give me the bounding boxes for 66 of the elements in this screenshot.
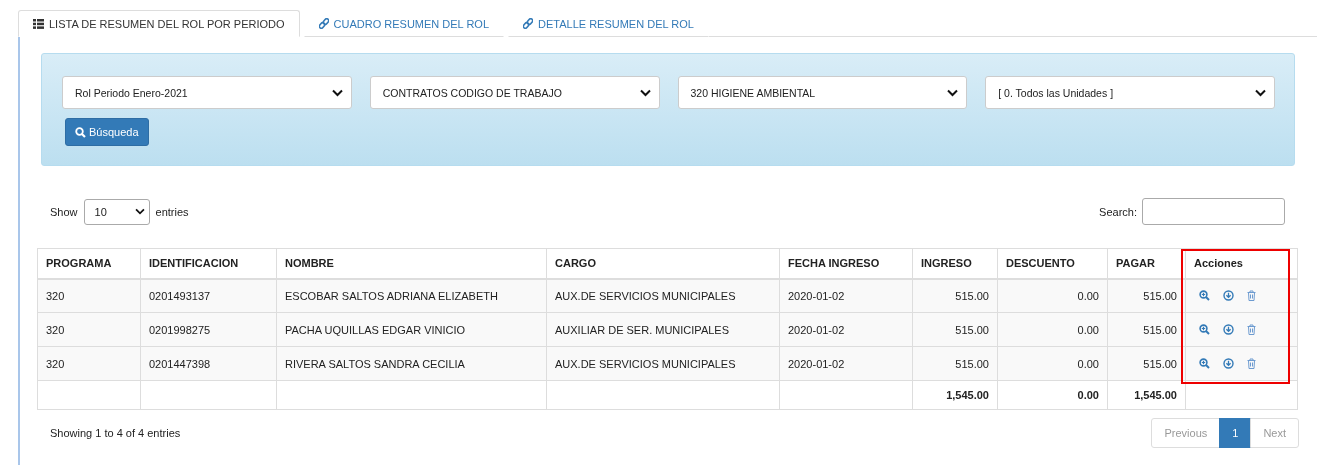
table-cell: 0.00	[997, 278, 1108, 313]
search-field[interactable]	[1142, 198, 1285, 225]
table-cell: ESCOBAR SALTOS ADRIANA ELIZABETH	[276, 278, 547, 313]
tab[interactable]: DETALLE RESUMEN DEL ROL	[508, 10, 709, 37]
column-header: NOMBRE	[276, 248, 547, 279]
chevron-icon	[947, 88, 959, 97]
table-cell: PACHA UQUILLAS EDGAR VINICIO	[276, 312, 547, 347]
table-cell: 0201447398	[140, 346, 277, 381]
total-cell: 1,545.00	[912, 380, 998, 410]
table-cell: 320	[37, 346, 141, 381]
table-cell: 320	[37, 278, 141, 313]
column-header: FECHA INGRESO	[779, 248, 913, 279]
chevron-icon	[331, 88, 343, 97]
tab[interactable]: LISTA DE RESUMEN DEL ROL POR PERIODO	[18, 10, 300, 37]
search-icon	[75, 126, 86, 138]
link-icon	[523, 18, 533, 29]
table-cell: 2020-01-02	[779, 278, 913, 313]
download-icon[interactable]	[1223, 290, 1234, 302]
trash-icon[interactable]	[1247, 324, 1256, 335]
table-cell: AUX.DE SERVICIOS MUNICIPALES	[546, 278, 780, 313]
total-cell: 1,545.00	[1107, 380, 1186, 410]
table-info: Showing 1 to 4 of 4 entries	[50, 427, 181, 439]
table-cell: AUX.DE SERVICIOS MUNICIPALES	[546, 346, 780, 381]
total-cell: 0.00	[997, 380, 1108, 410]
search-label: Search:	[1099, 205, 1137, 218]
dropdown[interactable]: Rol Periodo Enero-2021	[62, 76, 352, 109]
column-header: IDENTIFICACION	[140, 248, 277, 279]
column-header: DESCUENTO	[997, 248, 1108, 279]
dropdown[interactable]: 320 HIGIENE AMBIENTAL	[677, 76, 968, 109]
table-cell: 515.00	[912, 312, 998, 347]
chevron-icon	[134, 208, 145, 215]
trash-icon[interactable]	[1247, 358, 1256, 369]
chevron-icon	[639, 88, 651, 97]
table-cell: 2020-01-02	[779, 346, 913, 381]
dropdown[interactable]: CONTRATOS CODIGO DE TRABAJO	[369, 76, 660, 109]
table-cell: 0.00	[997, 312, 1108, 347]
column-header: PROGRAMA	[37, 248, 141, 279]
table-cell: AUXILIAR DE SER. MUNICIPALES	[546, 312, 780, 347]
entries-dropdown[interactable]: 10	[83, 198, 150, 225]
column-header: CARGO	[546, 248, 780, 279]
link-icon	[318, 18, 329, 29]
zoom-in-icon[interactable]	[1199, 324, 1210, 335]
chevron-icon	[1255, 88, 1266, 97]
table-cell: 515.00	[912, 278, 998, 313]
page-button[interactable]: 1	[1219, 418, 1252, 448]
entries-label: entries	[155, 205, 189, 218]
dropdown[interactable]: [ 0. Todos las Unidades ]	[985, 76, 1275, 109]
table-cell: 515.00	[912, 346, 998, 381]
column-header: INGRESO	[912, 248, 998, 279]
download-icon[interactable]	[1223, 324, 1234, 335]
trash-icon[interactable]	[1247, 290, 1256, 302]
column-header: Acciones	[1185, 248, 1298, 279]
table-cell: 2020-01-02	[779, 312, 913, 347]
tab[interactable]: CUADRO RESUMEN DEL ROL	[303, 10, 504, 37]
download-icon[interactable]	[1223, 358, 1234, 369]
show-label: Show	[50, 205, 78, 218]
table-cell: 0.00	[997, 346, 1108, 381]
list-icon	[33, 18, 44, 29]
column-header: PAGAR	[1107, 248, 1186, 279]
table-cell: 320	[37, 312, 141, 347]
zoom-in-icon[interactable]	[1199, 358, 1210, 369]
table-cell: RIVERA SALTOS SANDRA CECILIA	[276, 346, 547, 381]
search-button[interactable]: Búsqueda	[65, 118, 149, 146]
zoom-in-icon[interactable]	[1199, 290, 1210, 302]
table-cell: 0201493137	[140, 278, 277, 313]
table-cell: 0201998275	[140, 312, 277, 347]
